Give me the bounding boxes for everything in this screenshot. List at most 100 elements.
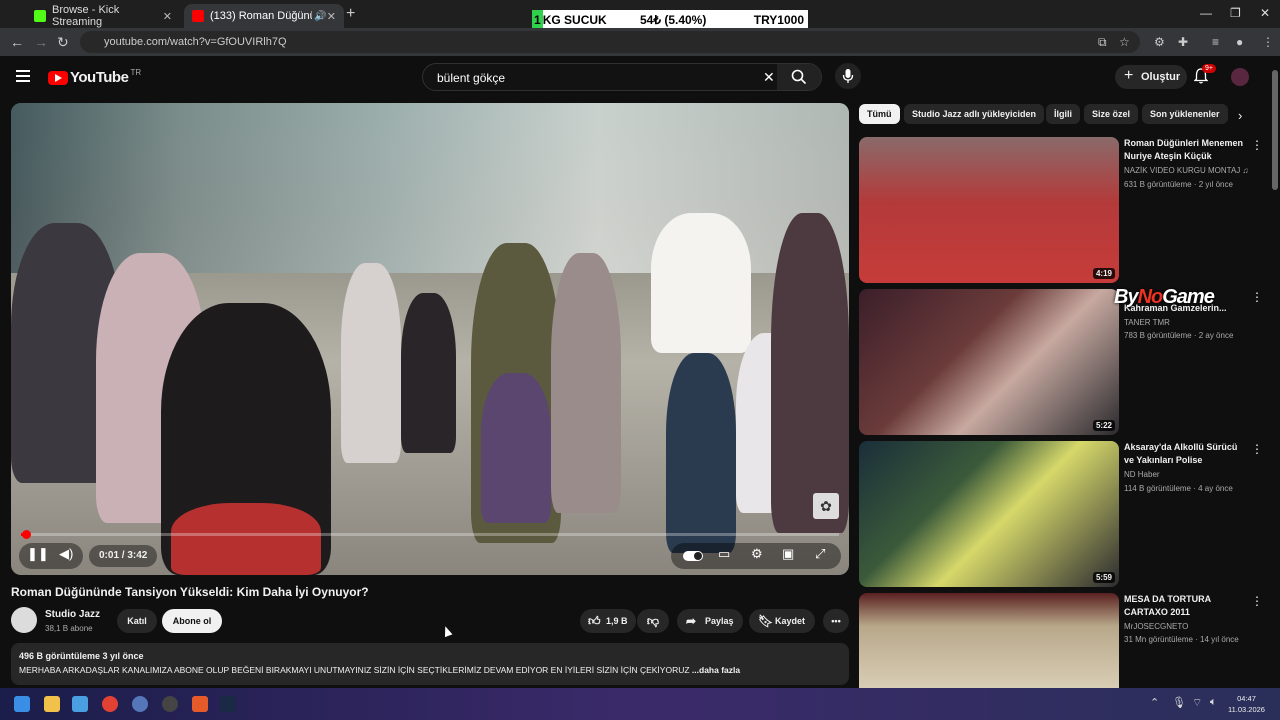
- create-button[interactable]: Oluştur: [1115, 64, 1187, 89]
- youtube-logo[interactable]: YouTube TR: [48, 68, 142, 86]
- related-thumbnail[interactable]: 4:19: [859, 137, 1119, 283]
- video-title: Roman Düğününde Tansiyon Yükseldi: Kim D…: [11, 585, 369, 599]
- duration-badge: 5:22: [1092, 420, 1115, 431]
- restore-icon[interactable]: ❐: [1230, 6, 1241, 20]
- install-icon[interactable]: ⧉: [1098, 35, 1107, 50]
- browser-tab-kick[interactable]: Browse - Kick Streaming ✕: [26, 4, 180, 28]
- browser-tab-strip: Browse - Kick Streaming ✕ (133) Roman Dü…: [0, 0, 1280, 30]
- description-box[interactable]: 496 B görüntüleme 3 yıl önce MERHABA ARK…: [11, 643, 849, 685]
- search-button[interactable]: [777, 64, 821, 90]
- tray-mic-icon[interactable]: 🎙︎: [1172, 696, 1186, 709]
- ticker-change: 54₺ (5.40%): [640, 13, 707, 27]
- browser-tab-youtube[interactable]: (133) Roman Düğününde Ta... 🔊 ✕: [184, 4, 344, 28]
- chrome-icon[interactable]: [102, 696, 118, 712]
- join-button[interactable]: Katıl: [117, 609, 157, 633]
- related-title[interactable]: MESA DA TORTURA CARTAXO 2011: [1124, 593, 1244, 619]
- related-thumbnail[interactable]: 5:22: [859, 289, 1119, 435]
- channel-watermark-icon[interactable]: ✿: [813, 493, 839, 519]
- subscribe-button[interactable]: Abone ol: [162, 609, 222, 633]
- new-tab-button[interactable]: +: [346, 5, 355, 23]
- close-icon[interactable]: ✕: [327, 10, 336, 23]
- browser-menu-icon[interactable]: ⋮: [1262, 35, 1274, 49]
- show-more-link[interactable]: ...daha fazla: [692, 665, 740, 675]
- like-button[interactable]: 👍︎ 1,9 B: [580, 609, 636, 633]
- more-vertical-icon[interactable]: ⋮: [1251, 290, 1263, 304]
- search-input[interactable]: [435, 70, 739, 86]
- related-title[interactable]: Aksaray'da Alkollü Sürücü ve Yakınları P…: [1124, 441, 1244, 467]
- minimize-icon[interactable]: —: [1200, 6, 1212, 20]
- time-display: 0:01 / 3:42: [89, 545, 158, 567]
- chip-recently-uploaded[interactable]: Son yüklenenler: [1142, 104, 1228, 124]
- chevron-right-icon[interactable]: ›: [1238, 108, 1242, 123]
- views-and-date: 496 B görüntüleme 3 yıl önce: [19, 651, 144, 661]
- obs-icon[interactable]: [162, 696, 178, 712]
- video-frame-figure: [481, 373, 551, 523]
- steam-icon[interactable]: [220, 696, 236, 712]
- dislike-button[interactable]: 👎︎: [637, 609, 669, 633]
- page-scrollbar[interactable]: [1272, 70, 1278, 190]
- profile-icon[interactable]: ●: [1236, 35, 1243, 49]
- channel-name[interactable]: Studio Jazz: [45, 609, 100, 620]
- autoplay-toggle[interactable]: [683, 551, 703, 561]
- channel-avatar[interactable]: [11, 607, 37, 633]
- discord-app-icon[interactable]: [132, 696, 148, 712]
- chip-all[interactable]: Tümü: [859, 104, 900, 124]
- account-avatar[interactable]: [1231, 68, 1249, 86]
- subtitles-icon[interactable]: ▭: [718, 546, 730, 562]
- pause-icon[interactable]: ❚❚: [27, 546, 49, 562]
- share-button[interactable]: ➦ Paylaş: [677, 609, 743, 633]
- bookmark-star-icon[interactable]: ☆: [1119, 35, 1130, 49]
- chip-related[interactable]: İlgili: [1046, 104, 1080, 124]
- steam-app-icon[interactable]: [72, 696, 88, 712]
- search-icon: [791, 69, 807, 85]
- voice-search-button[interactable]: [835, 63, 861, 89]
- duration-badge: 4:19: [1092, 268, 1115, 279]
- more-vertical-icon[interactable]: ⋮: [1251, 594, 1263, 608]
- tray-volume-icon[interactable]: 🔈︎: [1210, 696, 1217, 709]
- related-title[interactable]: Roman Düğünleri Menemen Nuriye Ateşin Kü…: [1124, 137, 1244, 163]
- save-bookmark-icon: 🔖︎: [758, 614, 774, 628]
- video-player[interactable]: ✿ ❚❚ ◀) 0:01 / 3:42 ▭ ⚙ ▣ ⤢: [11, 103, 849, 575]
- duration-badge: 5:59: [1092, 572, 1115, 583]
- windows-taskbar: ⌃ 🎙︎ ⌔ 🔈︎ 04:47 11.03.2026: [0, 688, 1280, 720]
- extension-icon[interactable]: ⚙: [1154, 35, 1165, 49]
- volume-icon[interactable]: ◀): [59, 546, 73, 562]
- speaker-icon[interactable]: 🔊: [314, 11, 326, 22]
- settings-gear-icon[interactable]: ⚙: [751, 546, 763, 562]
- more-actions-button[interactable]: •••: [823, 609, 849, 633]
- related-channel[interactable]: TANER TMR: [1124, 318, 1170, 327]
- scrubber-handle[interactable]: [22, 530, 31, 539]
- related-thumbnail[interactable]: [859, 593, 1119, 688]
- related-thumbnail[interactable]: 5:59: [859, 441, 1119, 587]
- wifi-icon[interactable]: ⌔: [1192, 696, 1202, 710]
- tray-chevron-icon[interactable]: ⌃: [1150, 696, 1159, 709]
- related-channel[interactable]: MrJOSECGNETO: [1124, 622, 1188, 631]
- window-close-icon[interactable]: ✕: [1260, 6, 1270, 20]
- related-channel[interactable]: ND Haber: [1124, 470, 1160, 479]
- system-clock[interactable]: 04:47 11.03.2026: [1228, 693, 1265, 715]
- more-vertical-icon[interactable]: ⋮: [1251, 138, 1263, 152]
- brave-icon[interactable]: [192, 696, 208, 712]
- windows-start-icon[interactable]: [14, 696, 30, 712]
- puzzle-icon[interactable]: ✚: [1178, 35, 1188, 49]
- more-horizontal-icon: •••: [831, 616, 841, 626]
- clear-icon[interactable]: ✕: [763, 69, 775, 86]
- file-explorer-icon[interactable]: [44, 696, 60, 712]
- hamburger-menu-icon[interactable]: [16, 70, 30, 82]
- reload-icon[interactable]: ↻: [57, 34, 69, 51]
- progress-bar[interactable]: [21, 533, 839, 536]
- url-field[interactable]: youtube.com/watch?v=GfOUVIRlh7Q: [80, 31, 1140, 53]
- more-vertical-icon[interactable]: ⋮: [1251, 442, 1263, 456]
- country-code: TR: [130, 68, 142, 77]
- forward-icon[interactable]: →: [34, 34, 48, 50]
- chip-from-uploader[interactable]: Studio Jazz adlı yükleyiciden: [904, 104, 1045, 124]
- video-frame-figure: [651, 213, 751, 353]
- chip-for-you[interactable]: Size özel: [1084, 104, 1139, 124]
- fullscreen-icon[interactable]: ⤢: [815, 546, 825, 562]
- related-channel[interactable]: NAZİK VIDEO KURGU MONTAJ ♫: [1124, 166, 1249, 175]
- save-button[interactable]: 🔖︎ Kaydet: [749, 609, 815, 633]
- back-icon[interactable]: ←: [10, 34, 24, 50]
- theater-mode-icon[interactable]: ▣: [782, 546, 794, 562]
- close-icon[interactable]: ✕: [163, 10, 172, 23]
- media-icon[interactable]: ≡: [1212, 35, 1219, 49]
